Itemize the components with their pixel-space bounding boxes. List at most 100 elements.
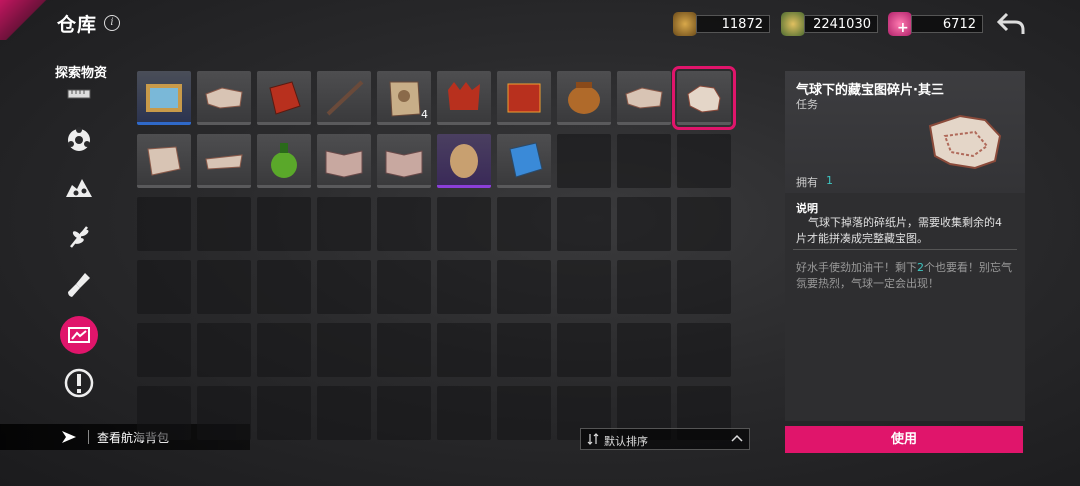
- inventory-slot-empty[interactable]: [197, 197, 251, 251]
- coin-stack-icon: [781, 12, 805, 36]
- inventory-slot-empty[interactable]: [197, 386, 251, 440]
- flavor-highlight: 2: [917, 261, 924, 274]
- inventory-slot-empty[interactable]: [437, 386, 491, 440]
- inventory-slot-empty[interactable]: [137, 323, 191, 377]
- category-title: 探索物资: [55, 66, 108, 81]
- inventory-slot-empty[interactable]: [257, 197, 311, 251]
- face-parchment-icon: [389, 81, 421, 117]
- inventory-slot-empty[interactable]: [257, 323, 311, 377]
- open-book-icon: [385, 150, 423, 178]
- inventory-slot-empty[interactable]: [557, 323, 611, 377]
- inventory-slot-empty[interactable]: [677, 260, 731, 314]
- inventory-slot-empty[interactable]: [617, 323, 671, 377]
- inventory-slot-map-fragment-3[interactable]: [672, 66, 736, 130]
- inventory-slot-empty[interactable]: [497, 386, 551, 440]
- inventory-slot-red-crown-cloth[interactable]: [437, 71, 491, 125]
- owned-label: 拥有: [796, 176, 818, 189]
- inventory-slot-red-banner[interactable]: [497, 71, 551, 125]
- inventory-slot-empty[interactable]: [677, 134, 731, 188]
- inventory-slot-empty[interactable]: [677, 197, 731, 251]
- inventory-slot-empty[interactable]: [497, 197, 551, 251]
- inventory-slot-empty[interactable]: [497, 323, 551, 377]
- currency-coins: 2241030: [804, 15, 878, 33]
- inventory-slot-empty[interactable]: [197, 260, 251, 314]
- inventory-slot-empty[interactable]: [677, 323, 731, 377]
- framed-painting-icon: [146, 84, 182, 112]
- inventory-slot-empty[interactable]: [197, 323, 251, 377]
- inventory-slot-paper-scrap[interactable]: [197, 71, 251, 125]
- inventory-slot-red-cloth[interactable]: [257, 71, 311, 125]
- treasure-map-icon[interactable]: [60, 316, 98, 354]
- inventory-slot-open-book[interactable]: [317, 134, 371, 188]
- item-detail-header: 气球下的藏宝图碎片·其三 任务 拥有 1: [785, 71, 1025, 193]
- inventory-slot-empty[interactable]: [617, 197, 671, 251]
- alert-icon[interactable]: [60, 364, 98, 402]
- flavor-text-start: 好水手使劲加油干！剩下: [796, 261, 917, 274]
- inventory-slot-egg[interactable]: [437, 134, 491, 188]
- inventory-slot-empty[interactable]: [317, 323, 371, 377]
- inventory-slot-empty[interactable]: [317, 260, 371, 314]
- inventory-slot-empty[interactable]: [137, 260, 191, 314]
- inventory-slot-empty[interactable]: [317, 386, 371, 440]
- red-banner-icon: [507, 83, 541, 113]
- inventory-slot-empty[interactable]: [137, 197, 191, 251]
- item-detail-panel: 气球下的藏宝图碎片·其三 任务 拥有 1 说明 气球下掉落的碎纸片，需要收集剩余…: [785, 71, 1025, 421]
- flavor-text: 好水手使劲加油干！剩下2个也要看！别忘气氛要热烈，气球一定会出现！: [796, 260, 1014, 292]
- sort-icon: [587, 433, 599, 445]
- inventory-slot-empty[interactable]: [437, 323, 491, 377]
- gold-ore-icon: [673, 12, 697, 36]
- paper-scrap-icon: [625, 87, 663, 109]
- pink-crystal-icon[interactable]: +: [888, 12, 912, 36]
- sort-dropdown[interactable]: 默认排序: [580, 428, 750, 450]
- inventory-slot-empty[interactable]: [557, 197, 611, 251]
- item-count: 4: [421, 108, 428, 121]
- inventory-slot-empty[interactable]: [617, 134, 671, 188]
- divider: [793, 249, 1017, 250]
- inventory-slot-clay-pot[interactable]: [557, 71, 611, 125]
- inventory-slot-paper-strip[interactable]: [197, 134, 251, 188]
- inventory-slot-face-parchment[interactable]: 4: [377, 71, 431, 125]
- paper-strip-icon: [205, 154, 243, 170]
- herb-icon[interactable]: [60, 218, 98, 256]
- egg-icon: [450, 144, 478, 178]
- inventory-slot-empty[interactable]: [257, 260, 311, 314]
- inventory-slot-empty[interactable]: [497, 260, 551, 314]
- description-title: 说明: [796, 202, 818, 215]
- item-name: 气球下的藏宝图碎片·其三: [796, 83, 944, 98]
- inventory-slot-empty[interactable]: [437, 197, 491, 251]
- inventory-slot-empty[interactable]: [377, 260, 431, 314]
- open-book-icon: [325, 150, 363, 178]
- inventory-slot-old-sword[interactable]: [317, 71, 371, 125]
- inventory-slot-empty[interactable]: [377, 323, 431, 377]
- inventory-slot-empty[interactable]: [557, 260, 611, 314]
- inventory-slot-empty[interactable]: [377, 197, 431, 251]
- map-fragment-icon: [147, 146, 181, 176]
- inventory-slot-paper-scrap[interactable]: [617, 71, 671, 125]
- divider: [88, 430, 89, 444]
- arrow-right-icon: [62, 431, 76, 443]
- inventory-slot-map-fragment[interactable]: [137, 134, 191, 188]
- description-text: 气球下掉落的碎纸片，需要收集剩余的4片才能拼凑成完整藏宝图。: [796, 216, 1002, 245]
- info-icon[interactable]: i: [104, 15, 120, 31]
- shovel-icon[interactable]: [60, 266, 98, 304]
- use-button[interactable]: 使用: [785, 426, 1023, 453]
- currency-crystal: 6712: [911, 15, 983, 33]
- inventory-slot-empty[interactable]: [137, 386, 191, 440]
- inventory-slot-open-book[interactable]: [377, 134, 431, 188]
- red-cloth-icon: [269, 81, 301, 115]
- inventory-slot-empty[interactable]: [317, 197, 371, 251]
- inventory-slot-blue-tablet[interactable]: [497, 134, 551, 188]
- inventory-slot-empty[interactable]: [377, 386, 431, 440]
- sort-label: 默认排序: [604, 435, 648, 448]
- inventory-slot-empty[interactable]: [557, 134, 611, 188]
- red-crown-cloth-icon: [448, 82, 480, 110]
- ruler-icon[interactable]: [60, 80, 98, 106]
- inventory-slot-green-potion[interactable]: [257, 134, 311, 188]
- flower-gear-icon[interactable]: [60, 121, 98, 159]
- inventory-slot-empty[interactable]: [257, 386, 311, 440]
- inventory-slot-framed-painting[interactable]: [137, 71, 191, 125]
- back-arrow-icon[interactable]: [995, 10, 1027, 38]
- inventory-slot-empty[interactable]: [617, 260, 671, 314]
- rocks-icon[interactable]: [60, 168, 98, 206]
- inventory-slot-empty[interactable]: [437, 260, 491, 314]
